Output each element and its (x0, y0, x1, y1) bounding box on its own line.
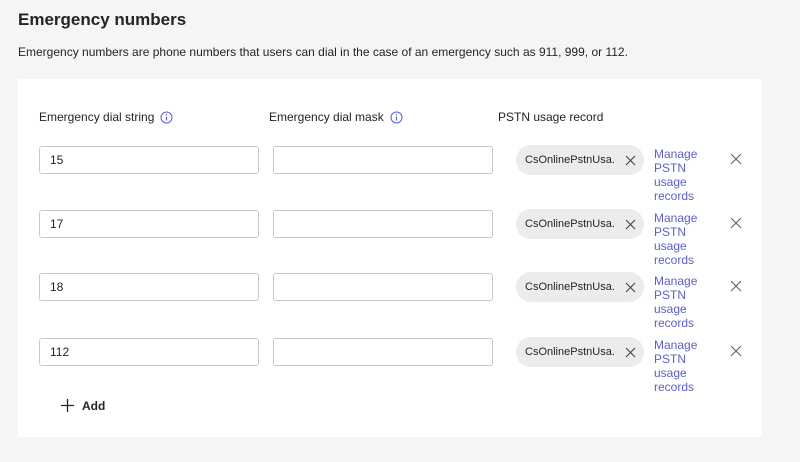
pstn-usage-chip-label: CsOnlinePstnUsa... (525, 281, 615, 293)
plus-icon (61, 399, 74, 412)
column-header-dial-string-label: Emergency dial string (39, 110, 155, 124)
info-icon[interactable] (160, 111, 173, 124)
remove-row-button[interactable] (729, 152, 743, 166)
dial-string-input[interactable] (39, 273, 259, 301)
close-icon (730, 153, 742, 165)
add-button[interactable]: Add (60, 398, 105, 413)
column-header-dial-string: Emergency dial string (39, 110, 173, 124)
manage-pstn-usage-link[interactable]: Manage PSTN usage records (654, 211, 714, 267)
pstn-usage-chip: CsOnlinePstnUsa... (516, 145, 644, 175)
pstn-usage-chip: CsOnlinePstnUsa... (516, 337, 644, 367)
remove-row-button[interactable] (729, 216, 743, 230)
manage-pstn-usage-link[interactable]: Manage PSTN usage records (654, 274, 714, 330)
chip-remove-button[interactable] (623, 280, 637, 294)
section-title: Emergency numbers (18, 10, 187, 29)
column-header-pstn-usage-label: PSTN usage record (498, 110, 604, 124)
pstn-usage-chip-label: CsOnlinePstnUsa... (525, 346, 615, 358)
dial-string-input[interactable] (39, 338, 259, 366)
close-icon (730, 345, 742, 357)
chip-remove-button[interactable] (623, 153, 637, 167)
pstn-usage-chip: CsOnlinePstnUsa... (516, 272, 644, 302)
column-header-dial-mask-label: Emergency dial mask (269, 110, 384, 124)
remove-row-button[interactable] (729, 279, 743, 293)
dial-mask-input[interactable] (273, 338, 493, 366)
manage-pstn-usage-link[interactable]: Manage PSTN usage records (654, 147, 714, 203)
pstn-usage-chip: CsOnlinePstnUsa... (516, 209, 644, 239)
dial-string-input[interactable] (39, 146, 259, 174)
dial-mask-input[interactable] (273, 210, 493, 238)
close-icon (730, 280, 742, 292)
chip-remove-button[interactable] (623, 217, 637, 231)
dial-string-input[interactable] (39, 210, 259, 238)
section-description: Emergency numbers are phone numbers that… (18, 45, 628, 59)
remove-row-button[interactable] (729, 344, 743, 358)
close-icon (625, 155, 635, 165)
close-icon (625, 219, 635, 229)
close-icon (625, 347, 635, 357)
add-button-label: Add (82, 398, 106, 413)
manage-pstn-usage-link[interactable]: Manage PSTN usage records (654, 338, 714, 394)
column-header-dial-mask: Emergency dial mask (269, 110, 403, 124)
close-icon (625, 282, 635, 292)
pstn-usage-chip-label: CsOnlinePstnUsa... (525, 218, 615, 230)
chip-remove-button[interactable] (623, 345, 637, 359)
dial-mask-input[interactable] (273, 146, 493, 174)
close-icon (730, 217, 742, 229)
pstn-usage-chip-label: CsOnlinePstnUsa... (525, 154, 615, 166)
emergency-numbers-card (18, 79, 762, 437)
info-icon[interactable] (390, 111, 403, 124)
dial-mask-input[interactable] (273, 273, 493, 301)
column-header-pstn-usage: PSTN usage record (498, 110, 603, 124)
